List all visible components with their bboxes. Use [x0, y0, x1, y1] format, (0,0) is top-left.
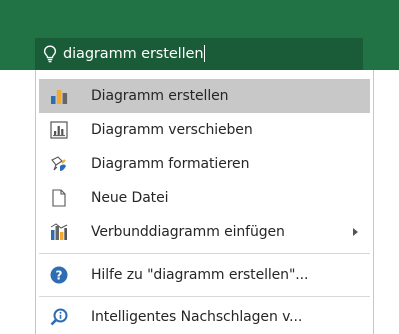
menu-item-diagramm-formatieren[interactable]: Diagramm formatieren: [39, 147, 370, 181]
move-chart-icon: [50, 121, 68, 139]
menu-item-diagramm-erstellen[interactable]: Diagramm erstellen: [39, 79, 370, 113]
new-document-icon: [52, 189, 66, 207]
ribbon-bar: diagramm erstellen: [0, 0, 399, 70]
menu-item-diagramm-verschieben[interactable]: Diagramm verschieben: [39, 113, 370, 147]
menu-item-intelligentes-nachschlagen[interactable]: Intelligentes Nachschlagen v...: [39, 300, 370, 334]
menu-item-label: Intelligentes Nachschlagen v...: [91, 309, 303, 325]
bar-chart-icon: [51, 90, 68, 104]
menu-separator: [39, 296, 370, 297]
lightbulb-icon: [43, 45, 57, 63]
search-input[interactable]: diagramm erstellen: [63, 38, 206, 70]
search-results-dropdown: Diagramm erstellen Diagramm verschieben …: [35, 70, 374, 334]
menu-item-label: Verbunddiagramm einfügen: [91, 224, 285, 240]
smart-lookup-icon: [50, 308, 68, 326]
menu-item-neue-datei[interactable]: Neue Datei: [39, 181, 370, 215]
menu-item-hilfe[interactable]: ? Hilfe zu "diagramm erstellen"...: [39, 258, 370, 292]
tell-me-search-box[interactable]: diagramm erstellen: [35, 38, 363, 70]
menu-item-label: Neue Datei: [91, 190, 169, 206]
submenu-arrow-icon: [353, 228, 358, 236]
menu-item-label: Hilfe zu "diagramm erstellen"...: [91, 267, 309, 283]
help-icon: ?: [50, 266, 68, 284]
menu-item-verbunddiagramm-einfuegen[interactable]: Verbunddiagramm einfügen: [39, 215, 370, 249]
menu-item-label: Diagramm verschieben: [91, 122, 253, 138]
menu-item-label: Diagramm formatieren: [91, 156, 250, 172]
text-caret: [204, 44, 206, 62]
format-brush-icon: [51, 156, 66, 171]
combo-chart-icon: [50, 223, 68, 240]
menu-separator: [39, 253, 370, 254]
search-query-text: diagramm erstellen: [63, 46, 204, 62]
menu-item-label: Diagramm erstellen: [91, 88, 229, 104]
svg-text:?: ?: [56, 269, 63, 283]
